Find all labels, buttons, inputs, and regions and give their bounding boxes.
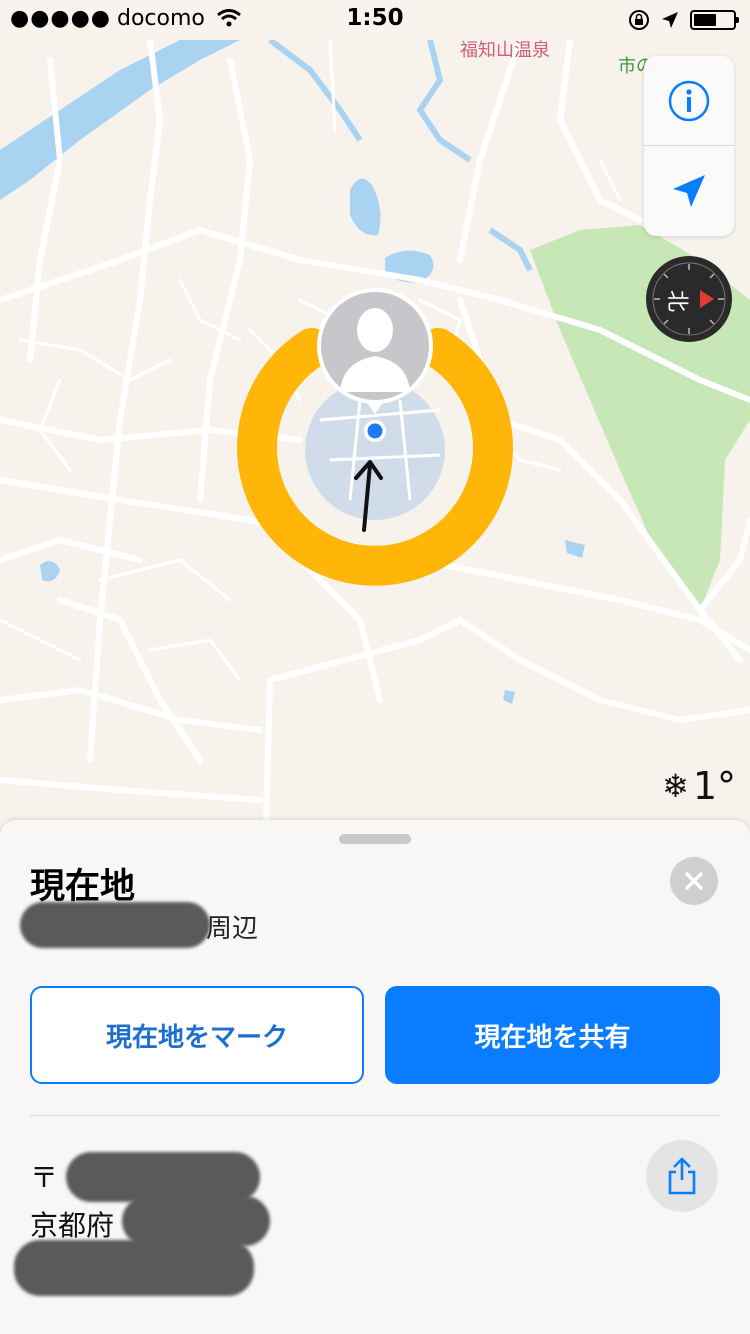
river bbox=[0, 40, 240, 200]
pond bbox=[40, 561, 60, 582]
prefecture: 京都府 bbox=[30, 1209, 115, 1242]
stream bbox=[488, 227, 533, 272]
orientation-lock-icon bbox=[629, 10, 649, 30]
divider bbox=[30, 1115, 720, 1116]
battery-icon bbox=[690, 10, 739, 30]
pond bbox=[350, 178, 381, 236]
postal-prefix: 〒 bbox=[30, 1161, 59, 1194]
close-button[interactable] bbox=[670, 857, 718, 905]
snowflake-icon: ❄ bbox=[662, 767, 689, 805]
tracking-button[interactable] bbox=[644, 146, 734, 236]
pond bbox=[503, 690, 515, 704]
mark-location-button[interactable]: 現在地をマーク bbox=[30, 986, 364, 1084]
map-canvas bbox=[0, 37, 750, 860]
map-controls bbox=[644, 56, 734, 236]
share-button[interactable] bbox=[646, 1140, 718, 1212]
compass-button[interactable]: 北 bbox=[646, 256, 732, 342]
info-button[interactable] bbox=[644, 56, 734, 146]
sheet-grabber[interactable] bbox=[339, 834, 411, 844]
area-suffix: 周辺 bbox=[206, 914, 259, 944]
share-location-button[interactable]: 現在地を共有 bbox=[385, 986, 720, 1084]
close-icon bbox=[685, 872, 703, 890]
redacted-area bbox=[122, 1196, 270, 1246]
location-services-icon bbox=[662, 12, 678, 28]
status-bar: ●●●●● docomo 1:50 bbox=[0, 0, 750, 40]
map-view[interactable]: 福知山温泉 市の bbox=[0, 0, 750, 860]
weather-badge: ❄ 1° bbox=[662, 764, 736, 808]
compass-north-label: 北 bbox=[664, 289, 690, 313]
location-card: 現在地 周辺 現在地をマーク 現在地を共有 〒 京都府 bbox=[0, 820, 750, 1334]
location-arrow-icon bbox=[673, 175, 705, 207]
share-icon bbox=[668, 1157, 696, 1195]
redacted-area bbox=[14, 1240, 254, 1296]
temperature: 1° bbox=[692, 764, 736, 808]
pond bbox=[565, 540, 585, 558]
redacted-area bbox=[20, 902, 210, 948]
stream bbox=[268, 37, 363, 142]
info-icon bbox=[668, 80, 710, 122]
redacted-area bbox=[66, 1152, 260, 1202]
